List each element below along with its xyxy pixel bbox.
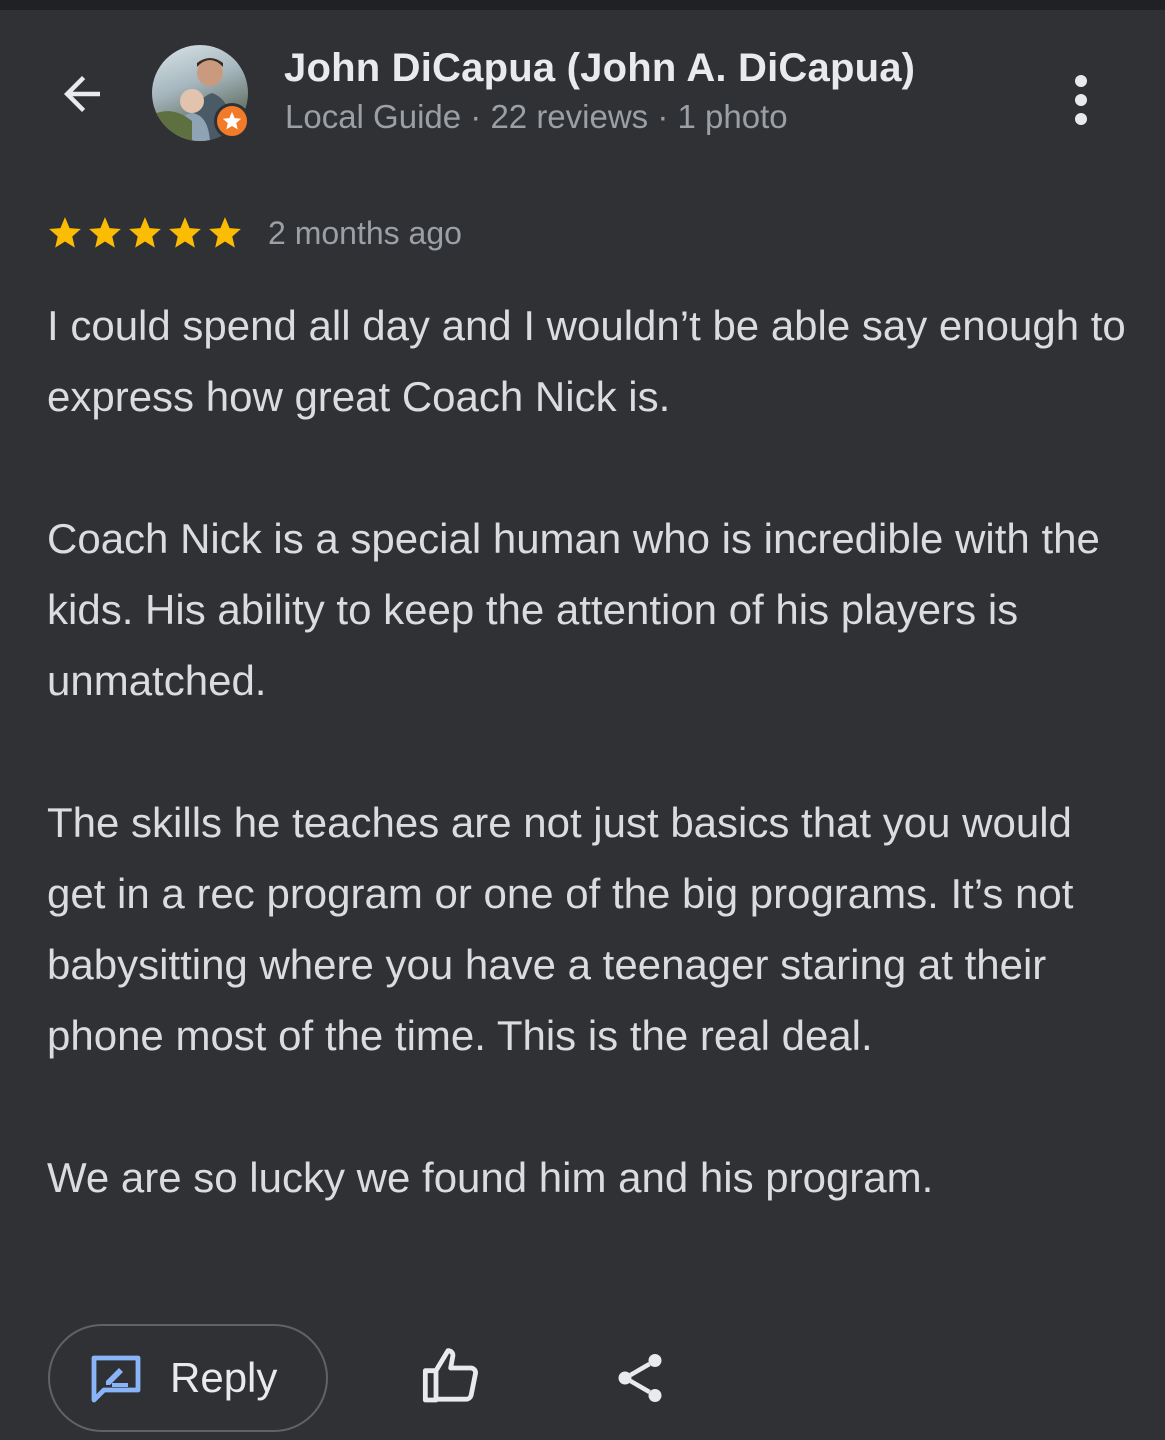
- review-paragraph: The skills he teaches are not just basic…: [47, 799, 1074, 1059]
- review-actions: Reply: [0, 1322, 1165, 1440]
- local-guide-star-icon: [222, 111, 242, 130]
- arrow-back-icon: [64, 76, 100, 112]
- reply-button[interactable]: Reply: [48, 1324, 328, 1432]
- status-strip: [0, 0, 1165, 10]
- more-vert-icon: [1075, 75, 1087, 87]
- share-icon: [618, 1354, 662, 1402]
- more-options-button[interactable]: [1058, 62, 1104, 138]
- reply-edit-icon: [91, 1355, 141, 1403]
- star-icon: [89, 217, 121, 248]
- more-vert-dot: [1075, 94, 1087, 106]
- star-icon: [169, 217, 201, 248]
- review-paragraph: Coach Nick is a special human who is inc…: [47, 515, 1100, 704]
- star-rating: [46, 214, 244, 252]
- user-name[interactable]: John DiCapua (John A. DiCapua): [284, 46, 915, 91]
- review-paragraph: We are so lucky we found him and his pro…: [47, 1154, 934, 1201]
- star-icon: [209, 217, 241, 248]
- review-header: John DiCapua (John A. DiCapua) Local Gui…: [0, 10, 1165, 170]
- local-guide-badge: [214, 103, 250, 139]
- star-icon: [129, 217, 161, 248]
- back-button[interactable]: [50, 62, 114, 126]
- review-date: 2 months ago: [268, 214, 462, 251]
- user-meta: Local Guide · 22 reviews · 1 photo: [285, 98, 788, 135]
- star-icon: [49, 217, 81, 248]
- review-paragraph: I could spend all day and I wouldn’t be …: [47, 302, 1126, 420]
- share-button[interactable]: [610, 1348, 670, 1408]
- reply-label: Reply: [170, 1354, 278, 1401]
- like-button[interactable]: [420, 1344, 484, 1408]
- thumb-up-icon: [422, 1348, 478, 1403]
- more-vert-dot: [1075, 113, 1087, 125]
- avatar[interactable]: [152, 45, 250, 141]
- review-text: I could spend all day and I wouldn’t be …: [47, 290, 1127, 1213]
- rating-row: 2 months ago: [46, 210, 462, 256]
